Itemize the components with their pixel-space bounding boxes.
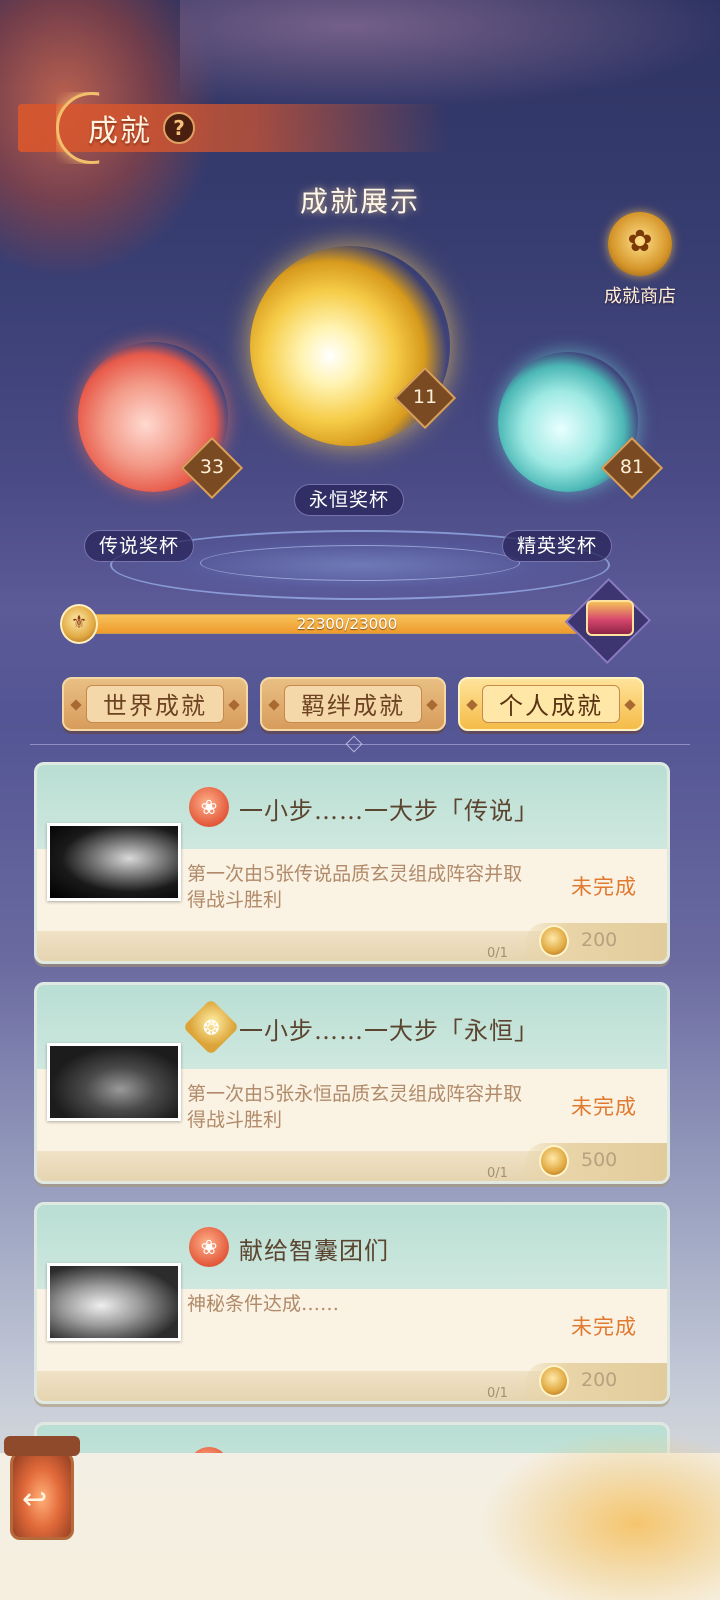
tab-label: 个人成就 bbox=[482, 685, 620, 723]
elite-trophy[interactable]: 81 bbox=[490, 340, 670, 510]
eternal-count: 11 bbox=[412, 386, 438, 408]
question-icon[interactable]: ? bbox=[163, 112, 195, 144]
elite-trophy-label: 精英奖杯 bbox=[502, 530, 613, 562]
achievement-screen: 成就 ? 成就展示 成就商店 33 传说奖杯 11 永恒奖杯 81 精英奖杯 2… bbox=[0, 0, 720, 1600]
achievement-shop-button[interactable]: 成就商店 bbox=[596, 212, 684, 312]
tab-world-achievements[interactable]: 世界成就 bbox=[62, 677, 248, 731]
tab-bond-achievements[interactable]: 羁绊成就 bbox=[260, 677, 446, 731]
tab-ornament bbox=[624, 699, 636, 711]
elite-count: 81 bbox=[619, 456, 645, 478]
achievement-title: 献给智囊团们 bbox=[239, 1237, 389, 1265]
legend-count: 33 bbox=[199, 456, 225, 478]
achievement-description: 第一次由5张永恒品质玄灵组成阵容并取得战斗胜利 bbox=[187, 1083, 523, 1131]
tab-ornament bbox=[268, 699, 280, 711]
lantern-roof bbox=[4, 1436, 80, 1456]
divider-ornament bbox=[345, 735, 363, 753]
cloud-decoration bbox=[480, 1430, 720, 1600]
achievement-thumbnail bbox=[47, 1263, 181, 1341]
achievement-status: 未完成 bbox=[571, 1315, 637, 1339]
legend-trophy[interactable]: 33 bbox=[60, 330, 250, 510]
achievement-card[interactable]: ❀ 献给智囊团们 神秘条件达成…… 未完成 0/1 200 bbox=[34, 1202, 670, 1404]
treasure-chest-icon[interactable] bbox=[586, 600, 634, 636]
reward-box: 500 bbox=[525, 1143, 667, 1181]
tab-label: 羁绊成就 bbox=[284, 685, 422, 723]
achievement-description: 第一次由5张传说品质玄灵组成阵容并取得战斗胜利 bbox=[187, 863, 523, 911]
legend-emblem-icon: ❀ bbox=[189, 1227, 229, 1267]
reward-amount: 200 bbox=[581, 929, 618, 951]
progress-text: 22300/23000 bbox=[296, 615, 398, 633]
achievement-status: 未完成 bbox=[571, 1095, 637, 1119]
reward-box: 200 bbox=[525, 1363, 667, 1401]
trophy-platform-ring bbox=[200, 545, 520, 581]
medal-icon bbox=[539, 1145, 569, 1177]
eternal-trophy[interactable]: 11 bbox=[240, 206, 470, 476]
legend-trophy-label: 传说奖杯 bbox=[84, 530, 195, 562]
achievement-progress: 0/1 bbox=[487, 1386, 508, 1401]
achievement-title: 一小步……一大步「传说」 bbox=[239, 797, 539, 825]
tab-ornament bbox=[228, 699, 240, 711]
legend-emblem-icon: ❀ bbox=[189, 787, 229, 827]
medal-icon bbox=[539, 1365, 569, 1397]
back-arrow-icon: ↩ bbox=[22, 1482, 48, 1517]
medal-icon bbox=[539, 925, 569, 957]
reward-amount: 200 bbox=[581, 1369, 618, 1391]
achievement-progress: 0/1 bbox=[487, 946, 508, 961]
achievement-card[interactable]: ❀ 一小步……一大步「传说」 第一次由5张传说品质玄灵组成阵容并取得战斗胜利 未… bbox=[34, 762, 670, 964]
reward-box: 200 bbox=[525, 923, 667, 961]
tab-ornament bbox=[466, 699, 478, 711]
achievement-description: 神秘条件达成…… bbox=[187, 1293, 340, 1315]
tab-ornament bbox=[70, 699, 82, 711]
eternal-trophy-label: 永恒奖杯 bbox=[294, 484, 405, 516]
medal-icon bbox=[60, 604, 98, 644]
achievement-title: 一小步……一大步「永恒」 bbox=[239, 1017, 539, 1045]
achievement-card[interactable]: ❂ 一小步……一大步「永恒」 第一次由5张永恒品质玄灵组成阵容并取得战斗胜利 未… bbox=[34, 982, 670, 1184]
reward-amount: 500 bbox=[581, 1149, 618, 1171]
achievement-thumbnail bbox=[47, 823, 181, 901]
tree-decoration bbox=[180, 0, 720, 110]
tab-label: 世界成就 bbox=[86, 685, 224, 723]
back-button[interactable]: ↩ bbox=[4, 1436, 80, 1546]
tab-ornament bbox=[426, 699, 438, 711]
achievement-thumbnail bbox=[47, 1043, 181, 1121]
achievement-progress: 0/1 bbox=[487, 1166, 508, 1181]
achievement-status: 未完成 bbox=[571, 875, 637, 899]
page-title: 成就 bbox=[88, 114, 152, 149]
achievement-shop-label: 成就商店 bbox=[604, 286, 676, 307]
tab-personal-achievements[interactable]: 个人成就 bbox=[458, 677, 644, 731]
lotus-dragon-icon bbox=[608, 212, 672, 276]
